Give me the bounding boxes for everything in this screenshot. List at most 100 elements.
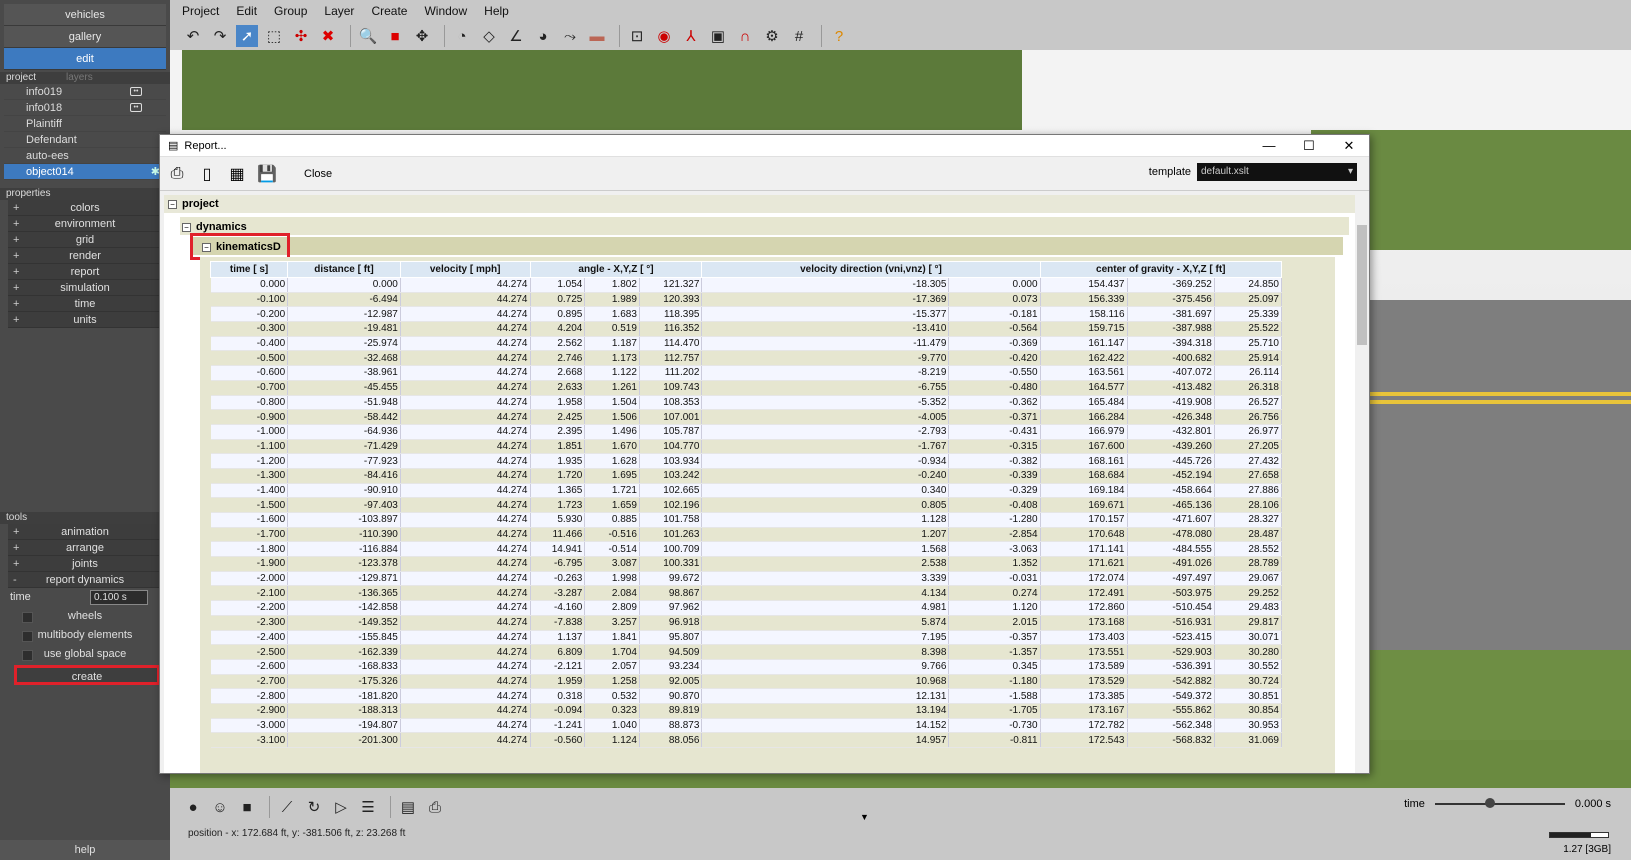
chart-icon[interactable]: ⟋ — [276, 796, 298, 818]
table-cell: 0.318 — [530, 688, 586, 704]
undo-icon[interactable]: ↶ — [182, 25, 204, 47]
minimize-icon[interactable]: — — [1249, 135, 1289, 157]
tools-row-arrange[interactable]: + arrange — [8, 540, 162, 556]
menu-project[interactable]: Project — [182, 4, 219, 18]
properties-row-colors[interactable]: + colors — [8, 200, 162, 216]
angle-icon[interactable]: ∠ — [505, 25, 527, 47]
move-icon[interactable]: ✥ — [411, 25, 433, 47]
properties-row-grid[interactable]: + grid — [8, 232, 162, 248]
help-icon[interactable]: ? — [828, 25, 850, 47]
time-input[interactable]: 0.100 s — [90, 590, 148, 605]
table-cell: -1.357 — [948, 644, 1041, 660]
axes-icon[interactable]: ⅄ — [680, 25, 702, 47]
layer-item[interactable]: info019 •• — [4, 84, 166, 100]
layer-item[interactable]: Plaintiff — [4, 116, 166, 132]
report-scrollbar[interactable] — [1355, 195, 1369, 773]
layer-label: info018 — [26, 102, 63, 114]
table-cell: -491.026 — [1127, 556, 1215, 572]
delete-node-icon[interactable]: ✣ — [290, 25, 312, 47]
camera-icon[interactable]: ⊡ — [626, 25, 648, 47]
menu-window[interactable]: Window — [424, 4, 467, 18]
nav-edit[interactable]: edit — [4, 48, 166, 70]
redo-icon[interactable]: ↷ — [209, 25, 231, 47]
table-cell: 1.496 — [584, 424, 640, 440]
tree-dynamics[interactable]: − dynamics — [182, 221, 247, 233]
collapse-icon[interactable]: − — [168, 199, 177, 209]
ruler-icon[interactable]: ▬ — [586, 25, 608, 47]
list-icon[interactable]: ☰ — [357, 796, 379, 818]
cube-icon[interactable]: ■ — [384, 25, 406, 47]
collapse-icon[interactable]: − — [182, 222, 191, 232]
table-row: -0.900 -58.442 44.274 2.425 1.506 107.001 -4.0… — [210, 409, 1283, 425]
project-tab[interactable]: project — [6, 72, 36, 84]
multibody-row[interactable]: multibody elements — [8, 626, 162, 645]
close-icon[interactable]: ✕ — [1329, 135, 1369, 157]
properties-row-report[interactable]: + report — [8, 264, 162, 280]
square-icon[interactable]: ■ — [236, 796, 258, 818]
multibody-checkbox[interactable] — [22, 631, 33, 642]
print-icon[interactable]: ⎙ — [164, 161, 190, 187]
dial-icon[interactable]: ◕ — [532, 25, 554, 47]
table-cell: -465.136 — [1127, 497, 1215, 513]
global-space-checkbox[interactable] — [22, 650, 33, 661]
time-slider[interactable] — [1434, 798, 1565, 808]
gauge-icon[interactable]: ◔ — [451, 25, 473, 47]
menu-help[interactable]: Help — [484, 4, 509, 18]
layer-item[interactable]: auto-ees — [4, 148, 166, 164]
template-dropdown[interactable]: default.xslt ▾ — [1197, 163, 1357, 181]
layer-item[interactable]: object014 ✱ — [4, 164, 166, 180]
print-icon[interactable]: ⎙ — [424, 796, 446, 818]
properties-row-render[interactable]: + render — [8, 248, 162, 264]
table-cell: 94.509 — [639, 644, 703, 660]
properties-row-time[interactable]: + time — [8, 296, 162, 312]
delete-icon[interactable]: ✖ — [317, 25, 339, 47]
table-cell: 111.202 — [639, 365, 703, 381]
report-icon[interactable]: ▤ — [397, 796, 419, 818]
zoom-icon[interactable]: 🔍 — [357, 25, 379, 47]
select-arrow-icon[interactable]: ➚ — [236, 25, 258, 47]
head-icon[interactable]: ☺ — [209, 796, 231, 818]
print-preview-icon[interactable]: ▯ — [194, 161, 220, 187]
save-icon[interactable]: 💾 — [254, 161, 280, 187]
scroll-thumb[interactable] — [1357, 225, 1367, 345]
global-space-row[interactable]: use global space — [8, 645, 162, 664]
magnet-icon[interactable]: ∩ — [734, 25, 756, 47]
table-cell: 1.137 — [530, 630, 586, 646]
expand-icon[interactable]: ▼ — [860, 812, 869, 822]
tools-row-joints[interactable]: + joints — [8, 556, 162, 572]
tools-row-animation[interactable]: + animation — [8, 524, 162, 540]
plane-icon[interactable]: ◇ — [478, 25, 500, 47]
page-setup-icon[interactable]: ▦ — [224, 161, 250, 187]
path-icon[interactable]: ⤳ — [559, 25, 581, 47]
rect-select-icon[interactable]: ⬚ — [263, 25, 285, 47]
loop-icon[interactable]: ↻ — [303, 796, 325, 818]
create-button[interactable]: create — [14, 665, 160, 685]
nav-vehicles[interactable]: vehicles — [4, 4, 166, 26]
report-dynamics-row[interactable]: - report dynamics — [8, 572, 162, 588]
image-icon[interactable]: ▣ — [707, 25, 729, 47]
wheels-checkbox[interactable] — [22, 612, 33, 623]
properties-row-simulation[interactable]: + simulation — [8, 280, 162, 296]
close-button[interactable]: Close — [304, 168, 332, 180]
sphere-icon[interactable]: ● — [182, 796, 204, 818]
menu-group[interactable]: Group — [274, 4, 307, 18]
menu-layer[interactable]: Layer — [324, 4, 354, 18]
tree-project[interactable]: − project — [168, 198, 219, 210]
properties-row-units[interactable]: + units — [8, 312, 162, 328]
grid-icon[interactable]: # — [788, 25, 810, 47]
table-cell: -188.313 — [287, 703, 401, 719]
layer-item[interactable]: info018 •• — [4, 100, 166, 116]
wheels-row[interactable]: wheels — [8, 607, 162, 626]
layer-item[interactable]: Defendant — [4, 132, 166, 148]
help-button[interactable]: help — [0, 840, 170, 860]
nav-gallery[interactable]: gallery — [4, 26, 166, 48]
properties-label: report — [70, 266, 100, 278]
menu-create[interactable]: Create — [371, 4, 407, 18]
gear-icon[interactable]: ⚙ — [761, 25, 783, 47]
maximize-icon[interactable]: ☐ — [1289, 135, 1329, 157]
properties-row-environment[interactable]: + environment — [8, 216, 162, 232]
menu-edit[interactable]: Edit — [236, 4, 257, 18]
play-icon[interactable]: ▷ — [330, 796, 352, 818]
target-icon[interactable]: ◉ — [653, 25, 675, 47]
layers-tab[interactable]: layers — [66, 72, 93, 84]
